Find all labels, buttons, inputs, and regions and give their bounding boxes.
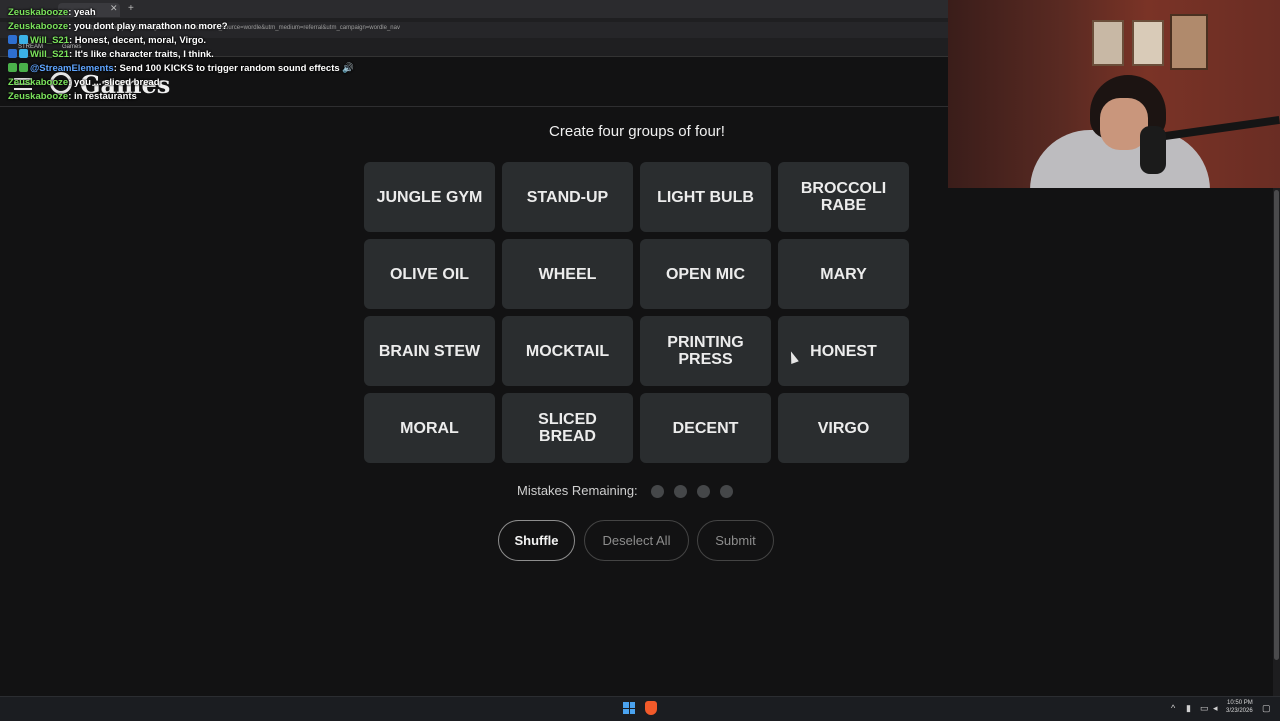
tab-bar: ✕ +	[0, 0, 948, 18]
chat-username: @StreamElements	[30, 63, 114, 74]
taskbar-clock[interactable]: 10:50 PM 3/23/2026	[1226, 699, 1253, 715]
volume-icon[interactable]: ◂	[1213, 703, 1218, 714]
chevron-up-icon[interactable]: ^	[1171, 703, 1175, 713]
chat-line: Will_S21: It's like character traits, I …	[8, 48, 214, 62]
chat-message: : yeah	[68, 7, 96, 18]
new-tab-icon[interactable]: +	[128, 3, 134, 14]
clock-time: 10:50 PM	[1227, 700, 1253, 706]
microphone-icon	[1140, 126, 1166, 174]
network-icon[interactable]: ▭	[1200, 703, 1209, 714]
scrollbar-thumb[interactable]	[1274, 190, 1279, 660]
mistake-dot	[697, 485, 710, 498]
chat-line: Zeuskabooze: you ... sliced bread	[8, 76, 160, 90]
chat-username: Zeuskabooze	[8, 7, 69, 18]
chat-username: Will_S21	[30, 49, 69, 60]
mic-tray-icon[interactable]: ▮	[1186, 703, 1191, 714]
chat-username: Will_S21	[30, 35, 69, 46]
word-tile[interactable]: PRINTING PRESS	[640, 316, 771, 386]
chat-line: Zeuskabooze: yeah	[8, 6, 96, 20]
game-prompt: Create four groups of four!	[549, 123, 725, 140]
chat-message: : in restaurants	[68, 91, 137, 102]
word-tile[interactable]: SLICED BREAD	[502, 393, 633, 463]
notification-icon[interactable]: ▢	[1262, 703, 1271, 714]
wall-picture	[1170, 14, 1208, 70]
word-tile[interactable]: WHEEL	[502, 239, 633, 309]
chat-message: : you dont play marathon no more?	[68, 21, 228, 32]
word-tile[interactable]: OPEN MIC	[640, 239, 771, 309]
mistake-dot	[720, 485, 733, 498]
word-tile[interactable]: OLIVE OIL	[364, 239, 495, 309]
word-tile[interactable]: MOCKTAIL	[502, 316, 633, 386]
taskbar	[0, 696, 1280, 721]
shuffle-button[interactable]: Shuffle	[498, 520, 575, 561]
chat-badge-icon	[8, 49, 17, 58]
chat-line: Zeuskabooze: you dont play marathon no m…	[8, 20, 228, 34]
word-tile[interactable]: VIRGO	[778, 393, 909, 463]
word-tile[interactable]: STAND-UP	[502, 162, 633, 232]
chat-badge-icon	[19, 49, 28, 58]
chat-username: Zeuskabooze	[8, 21, 69, 32]
chat-username: Zeuskabooze	[8, 91, 69, 102]
mistake-dot	[674, 485, 687, 498]
close-tab-icon[interactable]: ✕	[110, 3, 118, 14]
deselect-all-button[interactable]: Deselect All	[584, 520, 689, 561]
word-tile[interactable]: HONEST	[778, 316, 909, 386]
word-tile[interactable]: BRAIN STEW	[364, 316, 495, 386]
chat-username: Zeuskabooze	[8, 77, 69, 88]
clock-date: 3/23/2026	[1226, 708, 1253, 714]
wall-picture	[1092, 20, 1124, 66]
word-tile[interactable]: DECENT	[640, 393, 771, 463]
chat-line: Will_S21: Honest, decent, moral, Virgo.	[8, 34, 206, 48]
chat-badge-icon	[8, 63, 17, 72]
submit-button[interactable]: Submit	[697, 520, 774, 561]
word-tile[interactable]: JUNGLE GYM	[364, 162, 495, 232]
brave-browser-icon[interactable]	[645, 701, 657, 715]
windows-start-icon[interactable]	[623, 702, 635, 714]
word-tile[interactable]: MARY	[778, 239, 909, 309]
wall-picture	[1132, 20, 1164, 66]
chat-badge-icon	[8, 35, 17, 44]
word-tile[interactable]: LIGHT BULB	[640, 162, 771, 232]
right-pane	[948, 188, 1280, 696]
chat-badge-icon	[19, 63, 28, 72]
mistake-dot	[651, 485, 664, 498]
chat-message: : you ... sliced bread	[68, 77, 160, 88]
chat-badge-icon	[19, 35, 28, 44]
chat-line: Zeuskabooze: in restaurants	[8, 90, 137, 104]
word-tile[interactable]: MORAL	[364, 393, 495, 463]
chat-message: : Send 100 KICKS to trigger random sound…	[113, 63, 340, 74]
chat-message: : Honest, decent, moral, Virgo.	[69, 35, 207, 46]
word-tile[interactable]: BROCCOLI RABE	[778, 162, 909, 232]
chat-message: : It's like character traits, I think.	[69, 49, 214, 60]
mistakes-label: Mistakes Remaining:	[517, 483, 638, 498]
speaker-icon: 🔊	[339, 63, 355, 74]
chat-line: @StreamElements: Send 100 KICKS to trigg…	[8, 62, 354, 76]
